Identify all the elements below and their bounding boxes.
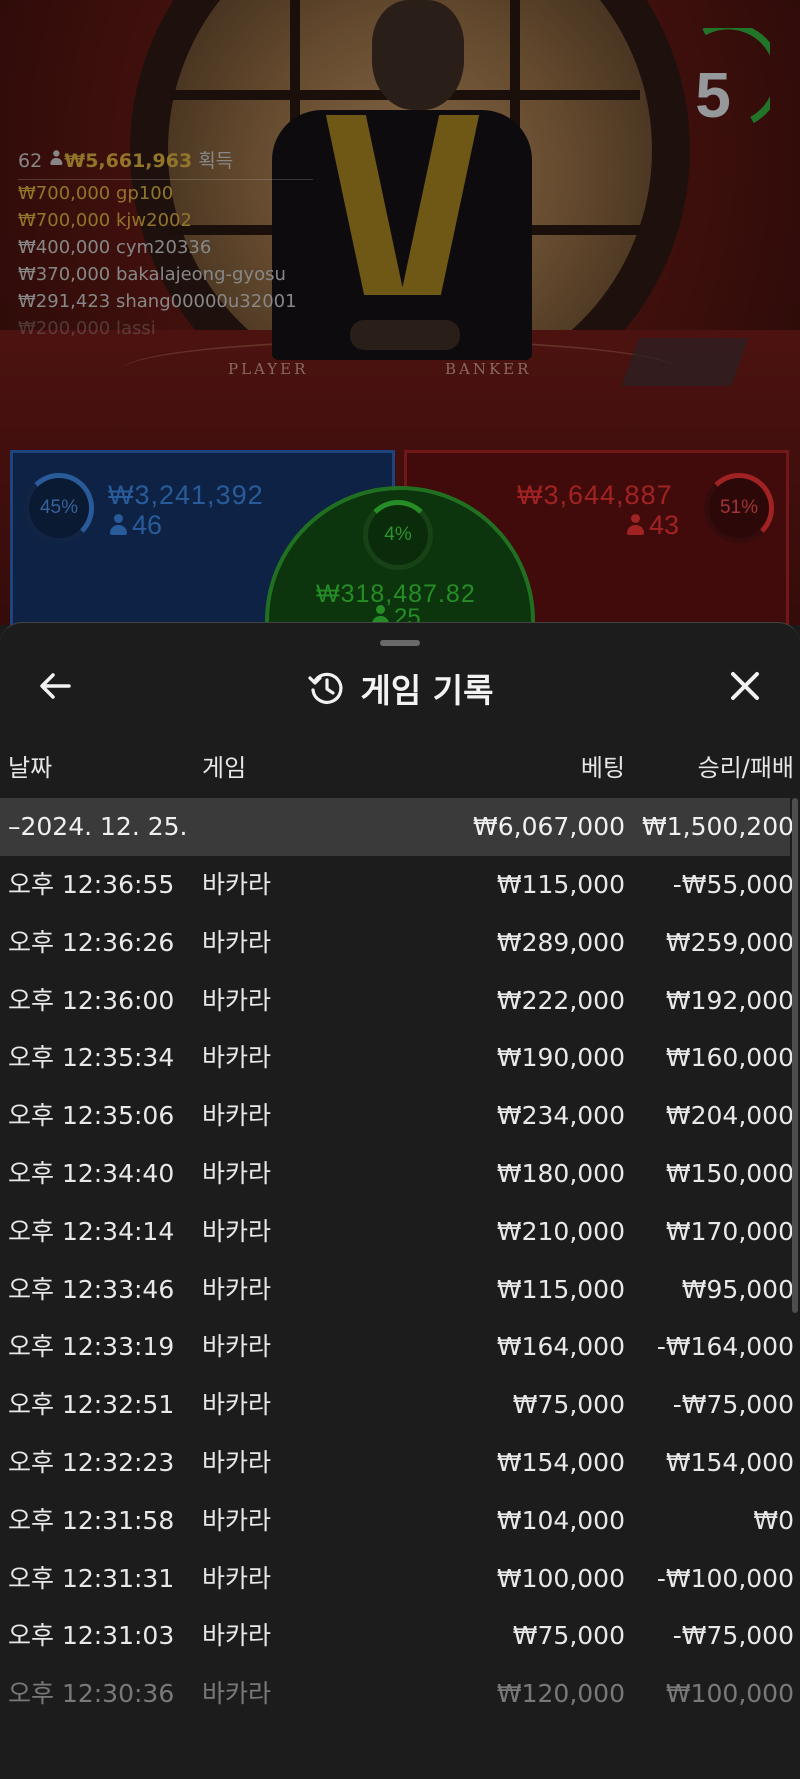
- row-time: 오후 12:32:23: [8, 1447, 175, 1477]
- close-button[interactable]: [720, 661, 770, 711]
- date-group-bet-total: ₩6,067,000: [473, 812, 625, 841]
- row-result: ₩154,000: [665, 1447, 794, 1477]
- column-header-date: 날짜: [8, 754, 53, 782]
- history-row[interactable]: 오후 12:32:51 바카라 ₩75,000 -₩75,000: [0, 1376, 800, 1434]
- row-bet: ₩234,000: [496, 1101, 625, 1131]
- row-time: 오후 12:31:58: [8, 1505, 175, 1535]
- row-time: 오후 12:35:34: [8, 1043, 175, 1073]
- row-bet: ₩190,000: [496, 1043, 625, 1073]
- row-game: 바카라: [202, 985, 272, 1015]
- row-time: 오후 12:33:46: [8, 1274, 175, 1304]
- row-game: 바카라: [202, 1447, 272, 1477]
- row-bet: ₩75,000: [512, 1621, 625, 1651]
- live-video-stream: PLAYER BANKER 5 62 ₩5,661,963 획득 ₩700,00…: [0, 0, 800, 625]
- row-result: -₩164,000: [656, 1332, 794, 1362]
- history-row[interactable]: 오후 12:36:00 바카라 ₩222,000 ₩192,000: [0, 972, 800, 1030]
- row-time: 오후 12:36:00: [8, 985, 175, 1015]
- history-row[interactable]: 오후 12:30:36 바카라 ₩120,000 ₩100,000: [0, 1665, 800, 1723]
- row-game: 바카라: [202, 1621, 272, 1651]
- column-header-game: 게임: [202, 754, 247, 782]
- row-game: 바카라: [202, 1332, 272, 1362]
- history-row[interactable]: 오후 12:31:58 바카라 ₩104,000 ₩0: [0, 1492, 800, 1550]
- row-bet: ₩180,000: [496, 1158, 625, 1188]
- row-result: ₩100,000: [665, 1679, 794, 1709]
- history-row[interactable]: 오후 12:36:55 바카라 ₩115,000 -₩55,000: [0, 856, 800, 914]
- game-history-sheet: 게임 기록 날짜 게임 베팅 승리/패배 –2024. 12. 25. ₩6,0…: [0, 622, 800, 1779]
- column-header-result: 승리/패배: [697, 754, 794, 782]
- row-result: ₩160,000: [665, 1043, 794, 1073]
- drag-handle[interactable]: [380, 640, 420, 646]
- row-time: 오후 12:34:14: [8, 1216, 175, 1246]
- row-bet: ₩164,000: [496, 1332, 625, 1362]
- row-game: 바카라: [202, 1216, 272, 1246]
- column-header-bet: 베팅: [580, 754, 625, 782]
- row-game: 바카라: [202, 1505, 272, 1535]
- row-game: 바카라: [202, 927, 272, 957]
- history-row[interactable]: 오후 12:32:23 바카라 ₩154,000 ₩154,000: [0, 1434, 800, 1492]
- row-result: -₩55,000: [672, 870, 794, 899]
- history-row[interactable]: 오후 12:31:31 바카라 ₩100,000 -₩100,000: [0, 1550, 800, 1608]
- date-group-row[interactable]: –2024. 12. 25. ₩6,067,000 ₩1,500,200: [0, 798, 794, 856]
- row-time: 오후 12:33:19: [8, 1332, 175, 1362]
- history-rows: 오후 12:36:55 바카라 ₩115,000 -₩55,000 오후 12:36:2…: [0, 856, 800, 1723]
- arrow-left-icon: [40, 673, 71, 699]
- row-bet: ₩154,000: [496, 1447, 625, 1477]
- back-button[interactable]: [30, 661, 80, 711]
- row-game: 바카라: [202, 1158, 272, 1188]
- row-result: ₩170,000: [665, 1216, 794, 1246]
- row-time: 오후 12:31:03: [8, 1621, 175, 1651]
- row-result: ₩150,000: [665, 1158, 794, 1188]
- row-bet: ₩120,000: [496, 1679, 625, 1709]
- history-row[interactable]: 오후 12:34:40 바카라 ₩180,000 ₩150,000: [0, 1145, 800, 1203]
- row-bet: ₩115,000: [496, 1274, 625, 1304]
- row-time: 오후 12:36:55: [8, 870, 175, 899]
- row-result: ₩259,000: [665, 927, 794, 957]
- row-time: 오후 12:35:06: [8, 1101, 175, 1131]
- row-time: 오후 12:31:31: [8, 1563, 175, 1593]
- history-icon: [307, 672, 343, 704]
- row-game: 바카라: [202, 1043, 272, 1073]
- row-game: 바카라: [202, 1679, 272, 1709]
- row-time: 오후 12:36:26: [8, 927, 175, 957]
- row-result: ₩204,000: [665, 1101, 794, 1131]
- date-group-date: –2024. 12. 25.: [8, 812, 188, 841]
- date-group-result-total: ₩1,500,200: [642, 812, 794, 841]
- history-row[interactable]: 오후 12:33:19 바카라 ₩164,000 -₩164,000: [0, 1318, 800, 1376]
- row-result: ₩95,000: [681, 1274, 794, 1304]
- row-game: 바카라: [202, 1563, 272, 1593]
- row-result: -₩75,000: [672, 1390, 794, 1420]
- row-time: 오후 12:34:40: [8, 1158, 175, 1188]
- history-row[interactable]: 오후 12:34:14 바카라 ₩210,000 ₩170,000: [0, 1203, 800, 1261]
- row-bet: ₩210,000: [496, 1216, 625, 1246]
- row-time: 오후 12:30:36: [8, 1679, 175, 1709]
- row-game: 바카라: [202, 870, 272, 899]
- history-row[interactable]: 오후 12:33:46 바카라 ₩115,000 ₩95,000: [0, 1261, 800, 1319]
- row-game: 바카라: [202, 1390, 272, 1420]
- row-game: 바카라: [202, 1274, 272, 1304]
- row-result: -₩75,000: [672, 1621, 794, 1651]
- history-row[interactable]: 오후 12:35:34 바카라 ₩190,000 ₩160,000: [0, 1029, 800, 1087]
- row-result: ₩0: [753, 1505, 794, 1535]
- modal-backdrop[interactable]: [0, 0, 800, 625]
- row-bet: ₩100,000: [496, 1563, 625, 1593]
- row-bet: ₩75,000: [512, 1390, 625, 1420]
- sheet-title: 게임 기록: [360, 671, 494, 710]
- row-bet: ₩289,000: [496, 927, 625, 957]
- row-bet: ₩104,000: [496, 1505, 625, 1535]
- row-game: 바카라: [202, 1101, 272, 1131]
- row-bet: ₩115,000: [496, 870, 625, 899]
- history-table-header: 날짜 게임 베팅 승리/패배: [0, 748, 800, 798]
- scrollbar[interactable]: [792, 798, 798, 1313]
- close-icon: [731, 672, 759, 700]
- row-time: 오후 12:32:51: [8, 1390, 175, 1420]
- history-row[interactable]: 오후 12:36:26 바카라 ₩289,000 ₩259,000: [0, 914, 800, 972]
- history-row[interactable]: 오후 12:31:03 바카라 ₩75,000 -₩75,000: [0, 1607, 800, 1665]
- sheet-header: 게임 기록: [0, 661, 800, 715]
- history-row[interactable]: 오후 12:35:06 바카라 ₩234,000 ₩204,000: [0, 1087, 800, 1145]
- row-result: -₩100,000: [656, 1563, 794, 1593]
- row-bet: ₩222,000: [496, 985, 625, 1015]
- row-result: ₩192,000: [665, 985, 794, 1015]
